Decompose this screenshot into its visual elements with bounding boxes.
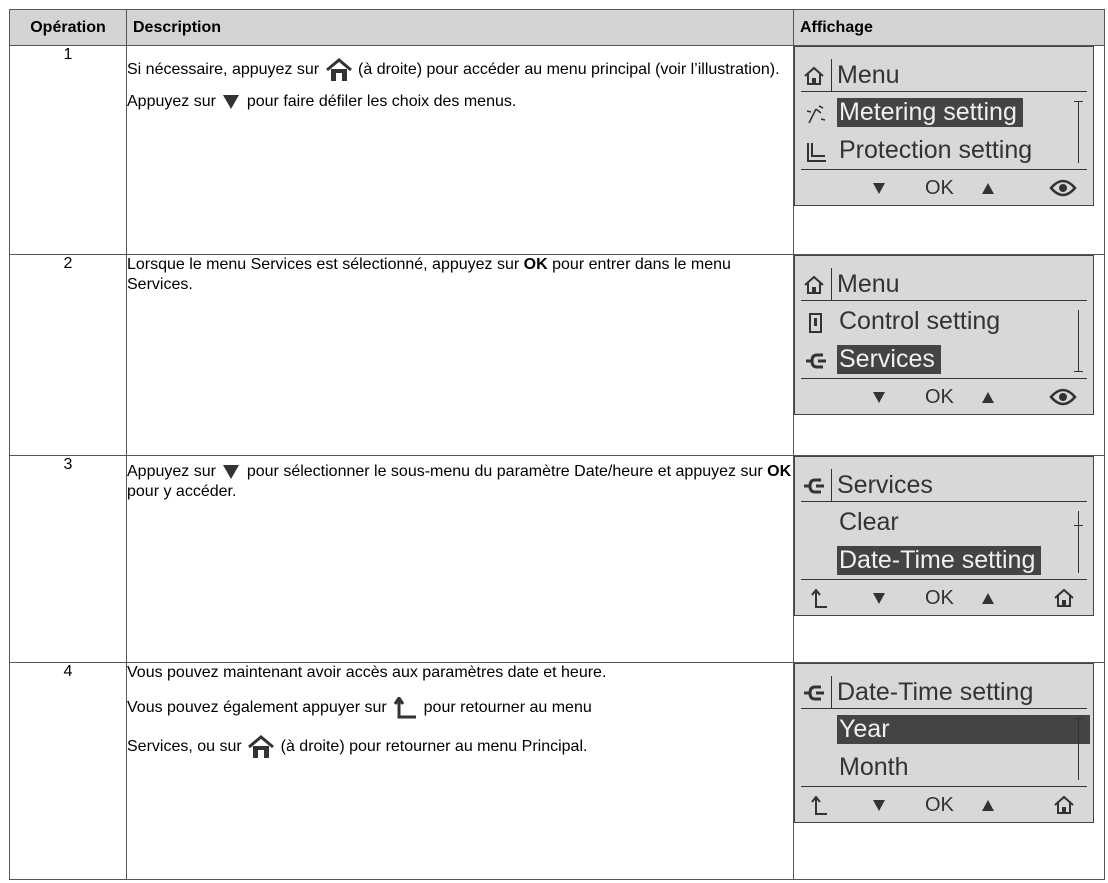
down-arrow-icon bbox=[873, 593, 885, 604]
menu-item-label: Clear bbox=[839, 508, 899, 536]
menu-item-label: Date-Time setting bbox=[837, 546, 1042, 575]
lcd-screen: Date-Time setting Year Month OK bbox=[794, 663, 1094, 823]
menu-item: Services bbox=[801, 344, 1069, 376]
table-row: 1 Si nécessaire, appuyez sur (à droite) … bbox=[9, 45, 1105, 255]
plug-icon bbox=[804, 685, 824, 701]
scrollbar bbox=[1074, 310, 1083, 372]
down-arrow-icon bbox=[873, 392, 885, 403]
home-icon bbox=[248, 735, 275, 759]
table-row: 4 Vous pouvez maintenant avoir accès aux… bbox=[9, 662, 1105, 880]
home-icon bbox=[1054, 795, 1074, 814]
description-cell: Lorsque le menu Services est sélectionné… bbox=[126, 254, 794, 456]
description-paragraph: Vous pouvez également appuyer sur pour r… bbox=[127, 697, 793, 719]
menu-item: Clear bbox=[801, 507, 1069, 539]
up-arrow-icon bbox=[982, 183, 994, 194]
operations-table: Opération Description Affichage 1 Si néc… bbox=[9, 9, 1105, 880]
display-cell: Services Clear Date-Time setting OK bbox=[793, 455, 1105, 663]
menu-item-label: Control setting bbox=[839, 307, 1001, 335]
menu-item: Control setting bbox=[801, 306, 1069, 338]
operation-number: 2 bbox=[9, 254, 127, 456]
screen-title: Menu bbox=[837, 270, 900, 298]
plug-icon bbox=[804, 478, 824, 494]
down-arrow-icon bbox=[873, 800, 885, 811]
table-row: 2 Lorsque le menu Services est sélection… bbox=[9, 254, 1105, 456]
display-cell: Date-Time setting Year Month OK bbox=[793, 662, 1105, 880]
home-icon bbox=[325, 58, 352, 82]
description-cell: Vous pouvez maintenant avoir accès aux p… bbox=[126, 662, 794, 880]
metering-icon bbox=[806, 105, 826, 124]
description-paragraph: Si nécessaire, appuyez sur (à droite) po… bbox=[127, 58, 793, 82]
back-icon bbox=[393, 697, 417, 719]
lcd-screen: Services Clear Date-Time setting OK bbox=[794, 456, 1094, 616]
display-cell: Menu Control setting Services OK bbox=[793, 254, 1105, 456]
header-description: Description bbox=[126, 9, 794, 46]
menu-item: Year bbox=[801, 714, 1090, 746]
table-row: 3 Appuyez sur pour sélectionner le sous-… bbox=[9, 455, 1105, 663]
menu-item: Metering setting bbox=[801, 97, 1069, 129]
back-icon bbox=[811, 796, 827, 815]
display-cell: Menu Metering setting Protection setting… bbox=[793, 45, 1105, 255]
ok-label: OK bbox=[925, 794, 954, 816]
operation-number: 4 bbox=[9, 662, 127, 880]
menu-item-label: Services bbox=[837, 345, 941, 374]
menu-item: Protection setting bbox=[801, 135, 1069, 167]
description-cell: Si nécessaire, appuyez sur (à droite) po… bbox=[126, 45, 794, 255]
description-paragraph: Services, ou sur (à droite) pour retourn… bbox=[127, 735, 793, 759]
scrollbar bbox=[1074, 101, 1083, 163]
scrollbar bbox=[1074, 511, 1083, 573]
menu-item: Date-Time setting bbox=[801, 545, 1069, 577]
screen-title: Menu bbox=[837, 61, 900, 89]
header-operation: Opération bbox=[9, 9, 127, 46]
menu-item-label: Year bbox=[837, 715, 1090, 744]
home-icon bbox=[804, 66, 824, 85]
ok-label: OK bbox=[925, 386, 954, 408]
lcd-screen: Menu Metering setting Protection setting… bbox=[794, 46, 1094, 206]
up-arrow-icon bbox=[982, 392, 994, 403]
operation-number: 1 bbox=[9, 45, 127, 255]
plug-icon bbox=[806, 353, 826, 369]
scrollbar bbox=[1074, 718, 1083, 780]
header-display: Affichage bbox=[793, 9, 1105, 46]
protection-curve-icon bbox=[807, 143, 826, 162]
up-arrow-icon bbox=[982, 593, 994, 604]
screen-title: Services bbox=[837, 471, 933, 499]
eye-icon bbox=[1049, 388, 1077, 406]
menu-item-label: Protection setting bbox=[839, 136, 1033, 164]
down-arrow-icon bbox=[873, 183, 885, 194]
up-arrow-icon bbox=[982, 800, 994, 811]
menu-item-label: Month bbox=[839, 753, 909, 781]
description-paragraph: Appuyez sur pour faire défiler les choix… bbox=[127, 93, 517, 110]
operation-number: 3 bbox=[9, 455, 127, 663]
down-arrow-icon bbox=[222, 94, 240, 110]
lcd-screen: Menu Control setting Services OK bbox=[794, 255, 1094, 415]
down-arrow-icon bbox=[222, 464, 240, 480]
description-paragraph: Appuyez sur pour sélectionner le sous-me… bbox=[127, 463, 792, 500]
home-icon bbox=[1054, 588, 1074, 607]
screen-title: Date-Time setting bbox=[837, 678, 1034, 706]
description-paragraph: Vous pouvez maintenant avoir accès aux p… bbox=[127, 664, 607, 681]
menu-item: Month bbox=[801, 752, 1069, 784]
ok-label: OK bbox=[925, 177, 954, 199]
menu-item-label: Metering setting bbox=[837, 98, 1023, 127]
table-header-row: Opération Description Affichage bbox=[9, 9, 1105, 46]
home-icon bbox=[804, 275, 824, 294]
ok-label: OK bbox=[925, 587, 954, 609]
back-icon bbox=[811, 589, 827, 608]
eye-icon bbox=[1049, 179, 1077, 197]
control-icon bbox=[809, 313, 822, 333]
description-paragraph: Lorsque le menu Services est sélectionné… bbox=[127, 256, 731, 293]
description-cell: Appuyez sur pour sélectionner le sous-me… bbox=[126, 455, 794, 663]
